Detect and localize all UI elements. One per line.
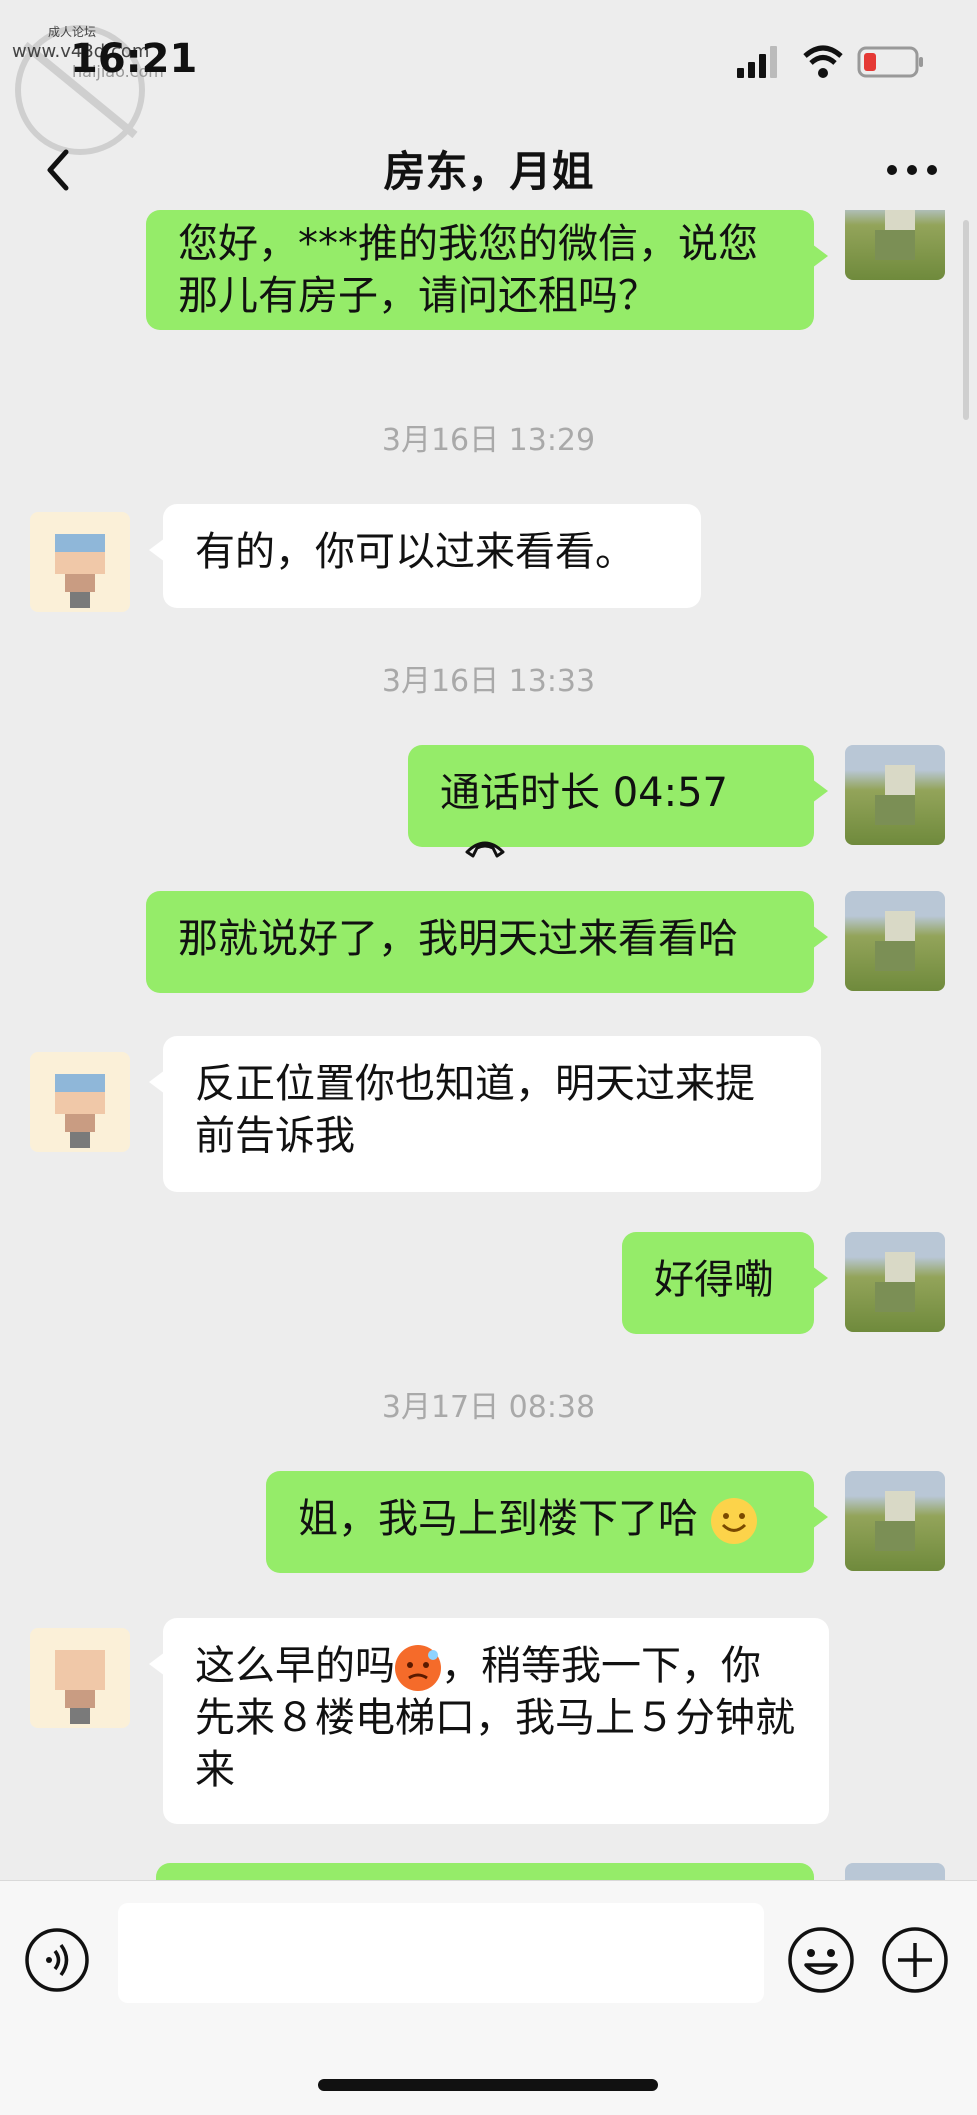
message-text: 姐，我马上到楼下了哈 xyxy=(298,1496,698,1542)
my-avatar[interactable] xyxy=(845,1863,945,1880)
more-icon[interactable] xyxy=(877,140,947,200)
voice-input-icon[interactable] xyxy=(24,1927,90,1993)
message-text-before: 这么早的吗 xyxy=(195,1643,395,1689)
sweat-face-emoji-icon xyxy=(395,1645,441,1691)
timestamp: 3月17日 08:38 xyxy=(381,1390,596,1425)
nav-bar: 房东，月姐 xyxy=(0,120,977,218)
status-icons xyxy=(737,45,923,78)
timestamp: 3月16日 13:33 xyxy=(381,664,596,699)
message-bubble-sent[interactable]: 姐，我马上到楼下了哈 xyxy=(266,1471,828,1573)
message-text: 那就说好了，我明天过来看看哈 xyxy=(178,916,738,962)
my-avatar[interactable] xyxy=(845,1471,945,1571)
message-bubble-sent-partial[interactable] xyxy=(156,1863,814,1880)
message-text: 反正位置你也知道，明天过来提前告诉我 xyxy=(195,1061,755,1159)
emoji-picker-icon[interactable] xyxy=(786,1925,856,1995)
message-text: 您好，***推的我您的微信，说您那儿有房子，请问还租吗？ xyxy=(178,221,758,319)
call-record-bubble[interactable]: 通话时长 04:57 xyxy=(408,745,828,858)
scrollbar[interactable] xyxy=(963,220,969,420)
home-indicator[interactable] xyxy=(318,2079,658,2091)
more-actions-plus-icon[interactable] xyxy=(880,1925,950,1995)
chat-title: 房东，月姐 xyxy=(383,147,594,196)
message-bubble-sent[interactable]: 那就说好了，我明天过来看看哈 xyxy=(146,891,828,993)
status-bar: 成人论坛 www.v43d.com haijiao.com 16:21 xyxy=(0,0,977,155)
phone-hangup-icon xyxy=(465,841,505,858)
message-text: 有的，你可以过来看看。 xyxy=(195,529,635,575)
message-text: 好得嘞 xyxy=(654,1257,774,1303)
message-bubble-received[interactable]: 这么早的吗 ，稍等我一下，你先来８楼电梯口，我马上５分钟就来 xyxy=(149,1618,829,1824)
my-avatar[interactable] xyxy=(845,1232,945,1332)
input-bar xyxy=(0,1880,977,2115)
smile-emoji-icon xyxy=(710,1498,757,1544)
signal-icon xyxy=(737,46,777,78)
message-bubble-received[interactable]: 反正位置你也知道，明天过来提前告诉我 xyxy=(149,1036,821,1192)
wifi-icon xyxy=(803,45,843,78)
my-avatar[interactable] xyxy=(845,891,945,991)
my-avatar[interactable] xyxy=(845,745,945,845)
contact-avatar[interactable] xyxy=(30,1052,130,1152)
timestamp: 3月16日 13:29 xyxy=(381,423,596,458)
status-time: 16:21 xyxy=(70,36,198,82)
contact-avatar[interactable] xyxy=(30,1628,130,1728)
message-bubble-sent[interactable]: 您好，***推的我您的微信，说您那儿有房子，请问还租吗？ xyxy=(146,210,828,330)
battery-icon xyxy=(857,46,923,78)
message-list[interactable]: 您好，***推的我您的微信，说您那儿有房子，请问还租吗？ 3月16日 13:29… xyxy=(0,210,977,1880)
message-bubble-sent[interactable]: 好得嘞 xyxy=(622,1232,828,1334)
my-avatar[interactable] xyxy=(845,210,945,280)
message-bubble-received[interactable]: 有的，你可以过来看看。 xyxy=(149,504,701,608)
contact-avatar[interactable] xyxy=(30,512,130,612)
message-text: 通话时长 04:57 xyxy=(440,770,728,816)
message-input[interactable] xyxy=(118,1903,764,2003)
